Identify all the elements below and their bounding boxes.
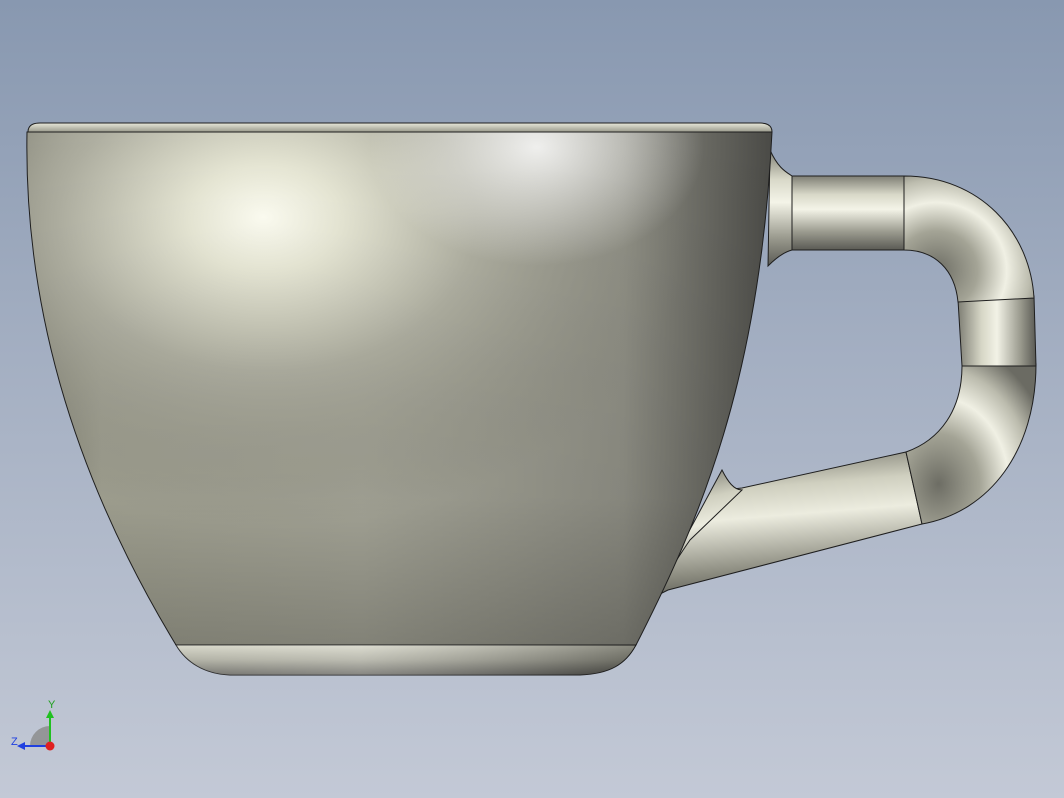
z-axis-label: Z: [11, 736, 18, 748]
cup-rim[interactable]: [27, 122, 773, 133]
x-axis-dot-icon: [45, 741, 55, 751]
handle-upper-arm: [789, 175, 905, 251]
cup-foot[interactable]: [175, 644, 637, 676]
graphics-viewport[interactable]: Y Z: [0, 0, 1064, 798]
3d-model-scene[interactable]: [0, 0, 1064, 798]
handle-lower-bend: [905, 363, 1037, 525]
handle-upper-fillet: [767, 149, 793, 268]
y-axis-label: Y: [48, 699, 56, 711]
cup-body[interactable]: [20, 120, 780, 660]
y-axis-arrow-icon: [46, 710, 54, 718]
handle-vertical-arm: [957, 295, 1037, 367]
z-axis-arrow-icon: [17, 742, 25, 750]
handle-upper-bend: [903, 175, 1035, 303]
axis-triad-icon[interactable]: Y Z: [8, 698, 68, 758]
